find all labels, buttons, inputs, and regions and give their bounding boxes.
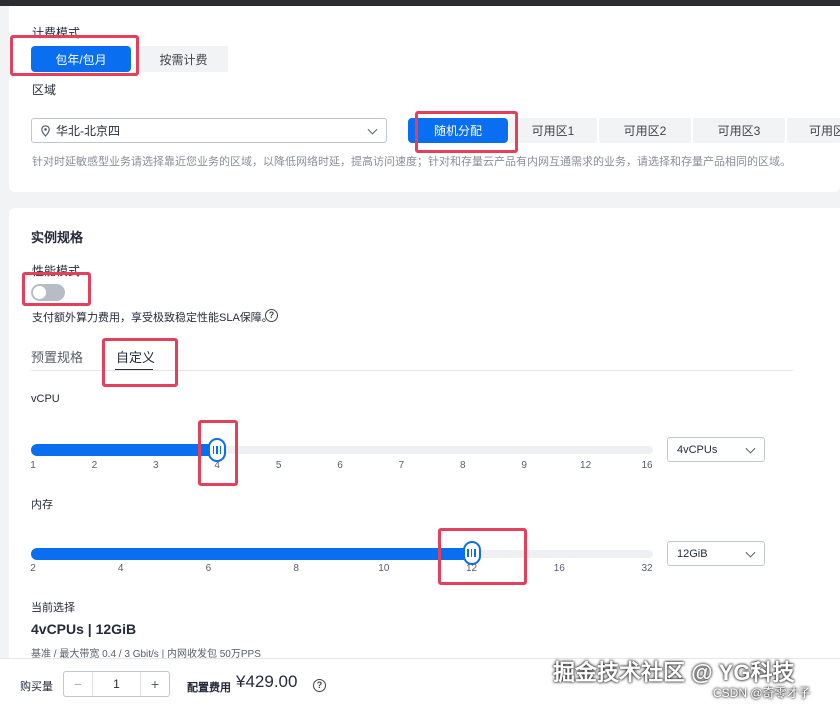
memory-slider-fill (31, 548, 472, 560)
zone-2[interactable]: 可用区2 (599, 118, 691, 143)
billing-mode-label: 计费模式 (32, 26, 81, 40)
quantity-stepper[interactable]: − 1 + (63, 671, 170, 697)
slider-tick-label: 8 (293, 563, 299, 574)
quantity-input[interactable]: 1 (92, 672, 141, 696)
instance-spec-card: 实例规格 性能模式 支付额外算力费用，享受极致稳定性能SLA保障。 ? 预置规格… (9, 208, 840, 658)
zone-1[interactable]: 可用区1 (509, 118, 597, 143)
memory-label: 内存 (31, 499, 53, 511)
tab-divider (31, 370, 793, 371)
slider-tick-label: 5 (275, 460, 282, 471)
zone-more[interactable]: 可用区 (787, 118, 840, 143)
vcpu-label: vCPU (31, 393, 60, 405)
slider-tick-label: 16 (553, 563, 565, 574)
region-label: 区域 (32, 83, 57, 97)
perf-mode-toggle[interactable] (31, 284, 65, 301)
section-title: 实例规格 (31, 230, 84, 245)
perf-mode-label: 性能模式 (32, 264, 81, 278)
slider-tick-label: 1 (30, 460, 36, 471)
slider-tick-label: 2 (91, 460, 98, 471)
tab-custom[interactable]: 自定义 (116, 347, 155, 366)
zone-random[interactable]: 随机分配 (408, 118, 508, 143)
slider-tick-label: 16 (641, 460, 653, 471)
watermark-sub: CSDN @奇零才子 (713, 686, 811, 700)
tab-preset[interactable]: 预置规格 (31, 347, 83, 366)
slider-tick-label: 4 (214, 460, 220, 471)
slider-tick-label: 32 (641, 563, 653, 574)
question-circle-icon[interactable]: ? (265, 309, 278, 322)
vcpu-slider-handle[interactable] (208, 438, 227, 462)
slider-tick-label: 8 (460, 460, 466, 471)
slider-tick-label: 6 (337, 460, 343, 471)
slider-tick-label: 3 (153, 460, 159, 471)
memory-slider-handle[interactable] (462, 541, 481, 565)
price-value: ¥429.00 (236, 672, 298, 691)
current-selection-label: 当前选择 (31, 602, 75, 614)
memory-select-value: 12GiB (677, 547, 708, 560)
current-selection-detail: 基准 / 最大带宽 0.4 / 3 Gbit/s | 内网收发包 50万PPS (31, 649, 261, 658)
vcpu-select-value: 4vCPUs (677, 443, 718, 456)
chevron-down-icon (745, 443, 756, 454)
quantity-plus-button[interactable]: + (141, 672, 169, 696)
perf-mode-hint: 支付额外算力费用，享受极致稳定性能SLA保障。 (32, 312, 273, 324)
quantity-minus-button[interactable]: − (64, 672, 92, 696)
memory-select[interactable]: 12GiB (667, 541, 765, 566)
region-select[interactable]: 华北-北京四 (31, 118, 387, 143)
billing-option-monthly[interactable]: 包年/包月 (31, 46, 131, 72)
slider-tick-label: 7 (398, 460, 405, 471)
vcpu-select[interactable]: 4vCPUs (667, 437, 765, 462)
slider-tick-label: 12 (580, 460, 592, 471)
slider-tick-label: 9 (521, 460, 527, 471)
slider-tick-label: 4 (117, 563, 124, 574)
fee-label: 配置费用 (187, 682, 231, 694)
slider-tick-label: 10 (378, 563, 390, 574)
slider-tick-label: 6 (205, 563, 212, 574)
billing-region-card: 计费模式 包年/包月 按需计费 区域 华北-北京四 随机分配 可用区1 可用区2… (9, 6, 840, 192)
question-circle-icon[interactable]: ? (313, 679, 326, 692)
zone-3[interactable]: 可用区3 (693, 118, 785, 143)
chevron-down-icon (745, 547, 756, 558)
toggle-knob (33, 286, 46, 299)
slider-tick-label: 2 (30, 563, 36, 574)
billing-option-on-demand[interactable]: 按需计费 (139, 46, 228, 72)
region-hint: 针对时延敏感型业务请选择靠近您业务的区域，以降低网络时延，提高访问速度；针对和存… (32, 156, 791, 168)
location-pin-icon (41, 125, 50, 137)
vcpu-slider-fill (31, 444, 218, 456)
current-selection-value: 4vCPUs | 12GiB (31, 621, 137, 637)
watermark-main: 掘金技术社区 @ YG科技 (553, 660, 795, 685)
slider-tick-label: 12 (466, 563, 478, 574)
quantity-label: 购买量 (20, 681, 53, 693)
chevron-down-icon (367, 124, 378, 135)
region-select-value: 华北-北京四 (56, 124, 120, 138)
